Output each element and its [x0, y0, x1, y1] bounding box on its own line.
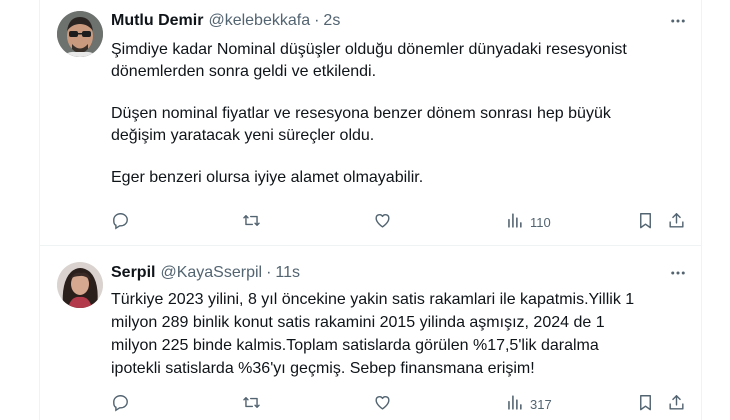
tweet-paragraph: Türkiye 2023 yilini, 8 yıl öncekine yaki…: [111, 291, 635, 377]
user-handle[interactable]: @kelebekkafa: [208, 12, 310, 30]
tweet-paragraph: Düşen nominal fiyatlar ve resesyona benz…: [111, 105, 611, 144]
reply-icon: [111, 393, 130, 415]
display-name[interactable]: Serpil: [111, 264, 155, 282]
display-name[interactable]: Mutlu Demir: [111, 12, 203, 30]
retweet-icon: [242, 393, 261, 415]
share-icon: [667, 393, 686, 415]
more-icon[interactable]: [667, 10, 689, 32]
tweet-actions: 110: [111, 210, 691, 234]
like-button[interactable]: [373, 210, 392, 234]
views-button[interactable]: 110: [505, 210, 551, 234]
bookmark-button[interactable]: [636, 210, 655, 234]
views-icon: [505, 393, 524, 415]
views-button[interactable]: 317: [505, 392, 552, 416]
tweet-header: Serpil @KayaSserpil · 11s: [111, 262, 689, 284]
bookmark-icon: [636, 211, 655, 233]
retweet-button[interactable]: [242, 392, 261, 416]
timestamp[interactable]: 2s: [323, 12, 340, 30]
tweet-text: Türkiye 2023 yilini, 8 yıl öncekine yaki…: [111, 288, 691, 380]
views-icon: [505, 211, 524, 233]
views-count: 110: [530, 214, 551, 230]
timestamp[interactable]: 11s: [275, 264, 300, 282]
tweet-paragraph: Şimdiye kadar Nominal düşüşler olduğu dö…: [111, 41, 627, 80]
like-button[interactable]: [373, 392, 392, 416]
like-icon: [373, 393, 392, 415]
retweet-icon: [242, 211, 261, 233]
bookmark-icon: [636, 393, 655, 415]
reply-icon: [111, 211, 130, 233]
like-icon: [373, 211, 392, 233]
separator-dot: ·: [266, 264, 272, 281]
reply-button[interactable]: [111, 210, 130, 234]
tweet-text: Şimdiye kadar Nominal düşüşler olduğu dö…: [111, 39, 691, 189]
share-icon: [667, 211, 686, 233]
share-button[interactable]: [667, 392, 686, 416]
timeline: Mutlu Demir @kelebekkafa · 2s Şimdiye ka…: [39, 0, 702, 420]
reply-button[interactable]: [111, 392, 130, 416]
user-handle[interactable]: @KayaSserpil: [160, 264, 262, 282]
share-button[interactable]: [667, 210, 686, 234]
separator-dot: ·: [314, 12, 320, 29]
tweet-header: Mutlu Demir @kelebekkafa · 2s: [111, 10, 689, 32]
tweet-actions: 317: [111, 392, 691, 416]
avatar[interactable]: [57, 11, 103, 57]
avatar[interactable]: [57, 262, 103, 308]
views-count: 317: [530, 396, 552, 412]
more-icon[interactable]: [667, 262, 689, 284]
tweet[interactable]: Mutlu Demir @kelebekkafa · 2s Şimdiye ka…: [40, 0, 701, 246]
tweet-paragraph: Eger benzeri olursa iyiye alamet olmayab…: [111, 169, 424, 186]
retweet-button[interactable]: [242, 210, 261, 234]
bookmark-button[interactable]: [636, 392, 655, 416]
